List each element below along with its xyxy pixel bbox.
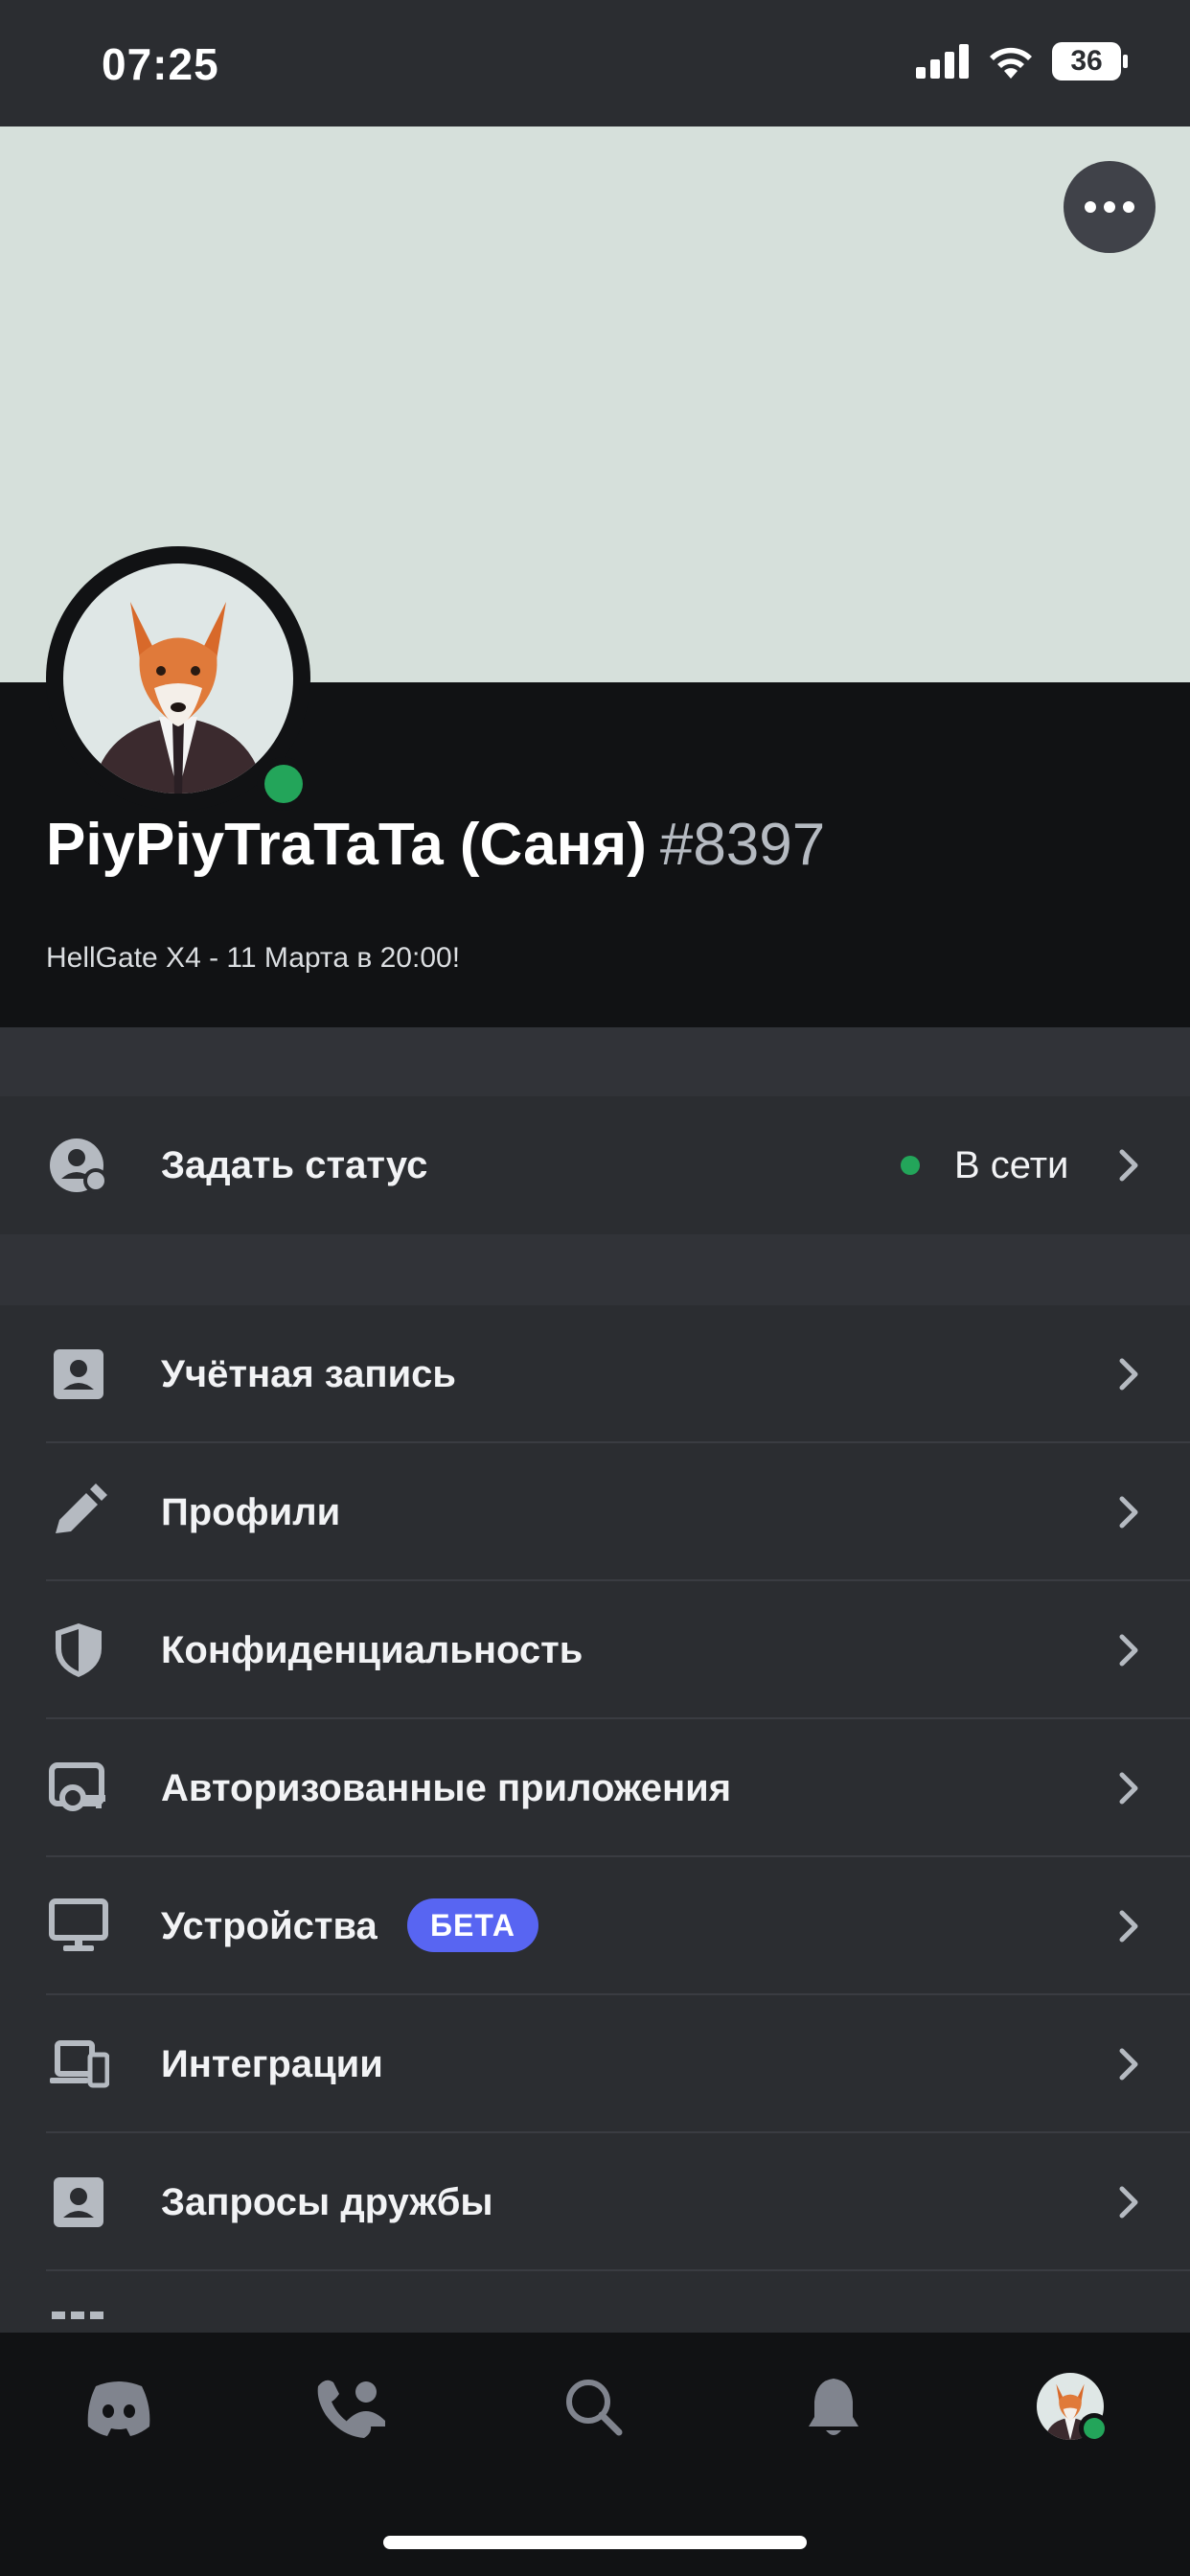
- discriminator: #8397: [659, 812, 826, 878]
- settings-row-label: Учётная запись: [161, 1353, 456, 1395]
- row-divider: [46, 2269, 1190, 2271]
- monitor-icon: [49, 1898, 108, 1951]
- status-time: 07:25: [102, 39, 219, 89]
- settings-row-partial[interactable]: [0, 2275, 1190, 2333]
- fox-avatar-image: [63, 564, 293, 794]
- settings-row-friend-requests[interactable]: Запросы дружбы: [0, 2133, 1190, 2271]
- chevron-right-icon: [1119, 1910, 1138, 1943]
- settings-row-label: Авторизованные приложения: [161, 1767, 732, 1809]
- apps-icon: [49, 1762, 105, 1811]
- section-spacer: [0, 1234, 1190, 1305]
- dot-icon: [1104, 201, 1115, 213]
- settings-row-label: Профили: [161, 1491, 341, 1533]
- status-value: В сети: [954, 1144, 1069, 1186]
- devices-icon: [50, 2040, 109, 2088]
- settings-row-label: Запросы дружбы: [161, 2181, 493, 2223]
- chevron-right-icon: [1119, 1772, 1138, 1805]
- settings-row-profiles[interactable]: Профили: [0, 1443, 1190, 1581]
- shield-icon: [56, 1623, 102, 1677]
- settings-row-devices[interactable]: Устройства БЕТА: [0, 1857, 1190, 1995]
- signal-icon: [916, 44, 969, 79]
- display-name: PiyPiyTraTaTa (Саня): [46, 812, 647, 878]
- discord-home-icon[interactable]: [80, 2373, 157, 2442]
- chevron-right-icon: [1119, 1634, 1138, 1667]
- account-icon: [54, 1349, 103, 1399]
- dot-icon: [1085, 201, 1096, 213]
- wifi-icon: [990, 47, 1032, 79]
- set-status-label: Задать статус: [161, 1144, 428, 1186]
- qr-icon: [52, 2312, 103, 2319]
- chevron-right-icon: [1119, 2186, 1138, 2219]
- home-indicator: [383, 2536, 807, 2549]
- pencil-icon: [56, 1484, 107, 1533]
- settings-row-label: Устройства: [161, 1905, 378, 1947]
- chevron-right-icon: [1119, 1149, 1138, 1182]
- chevron-right-icon: [1119, 2048, 1138, 2081]
- settings-row-label: Конфиденциальность: [161, 1629, 584, 1671]
- notifications-bell-icon[interactable]: [795, 2373, 872, 2442]
- dot-icon: [1123, 201, 1134, 213]
- presence-indicator: [257, 757, 310, 811]
- more-options-button[interactable]: [1064, 161, 1156, 253]
- battery-level: 36: [1070, 45, 1103, 77]
- presence-indicator: [1079, 2413, 1110, 2444]
- settings-row-privacy[interactable]: Конфиденциальность: [0, 1581, 1190, 1719]
- custom-status-text: HellGate X4 - 11 Марта в 20:00!: [46, 942, 461, 974]
- status-bar: 07:25 36: [0, 0, 1190, 126]
- profile-username: PiyPiyTraTaTa (Саня) #8397: [46, 811, 825, 879]
- friend-request-icon: [54, 2177, 103, 2227]
- beta-badge: БЕТА: [407, 1898, 538, 1952]
- friends-icon[interactable]: [312, 2373, 389, 2442]
- settings-row-label: Интеграции: [161, 2043, 383, 2085]
- chevron-right-icon: [1119, 1496, 1138, 1529]
- status-icon: [50, 1138, 108, 1193]
- set-status-row[interactable]: Задать статус В сети: [0, 1096, 1190, 1234]
- settings-row-integrations[interactable]: Интеграции: [0, 1995, 1190, 2133]
- settings-row-account[interactable]: Учётная запись: [0, 1305, 1190, 1443]
- online-dot: [901, 1156, 920, 1175]
- section-spacer: [0, 1027, 1190, 1096]
- settings-row-authorized-apps[interactable]: Авторизованные приложения: [0, 1719, 1190, 1857]
- avatar[interactable]: [63, 564, 293, 794]
- chevron-right-icon: [1119, 1358, 1138, 1391]
- search-icon[interactable]: [556, 2373, 632, 2442]
